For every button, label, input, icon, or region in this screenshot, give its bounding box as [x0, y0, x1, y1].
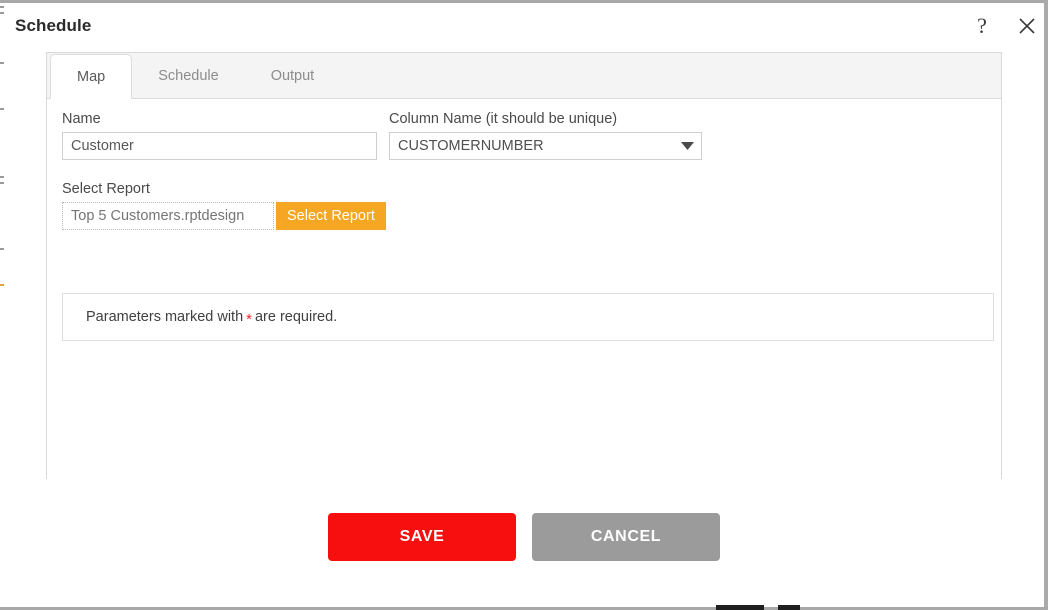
window-top-edge — [0, 0, 1048, 3]
dialog-header: Schedule ? — [4, 3, 1044, 51]
help-icon[interactable]: ? — [966, 10, 998, 42]
cancel-button[interactable]: CANCEL — [532, 513, 720, 561]
tab-output-label: Output — [270, 68, 315, 84]
tab-panel: Map Schedule Output Name Column Name (it… — [46, 52, 1002, 479]
bottom-cutoff-artifact-1 — [716, 605, 764, 610]
tab-output[interactable]: Output — [245, 54, 341, 98]
schedule-dialog: Schedule ? Map Schedule Output Name Cust… — [4, 3, 1044, 595]
select-report-input[interactable] — [62, 202, 274, 230]
required-asterisk-icon: * — [246, 310, 252, 328]
parameters-required-notice: Parameters marked with * are required. — [62, 293, 994, 341]
column-name-select[interactable]: CUSTOMERNUMBER — [389, 132, 702, 160]
save-button[interactable]: SAVE — [328, 513, 516, 561]
name-field-label: Name — [62, 111, 101, 127]
tab-schedule-label: Schedule — [158, 68, 219, 84]
window-right-edge — [1044, 0, 1048, 610]
close-button[interactable] — [1011, 10, 1043, 42]
close-x-icon — [1019, 18, 1035, 34]
column-name-select-value: CUSTOMERNUMBER — [398, 138, 544, 154]
select-report-button-label: Select Report — [287, 208, 375, 224]
select-report-field-label: Select Report — [62, 181, 150, 197]
window-left-rail — [0, 0, 4, 610]
question-mark-icon: ? — [977, 13, 987, 38]
cancel-button-label: CANCEL — [590, 528, 662, 545]
footer-actions: SAVE CANCEL — [4, 513, 1044, 561]
tab-map-label: Map — [77, 68, 106, 85]
tab-content-map: Name Column Name (it should be unique) C… — [47, 99, 1001, 479]
tab-schedule[interactable]: Schedule — [132, 54, 244, 98]
column-name-field-label: Column Name (it should be unique) — [389, 111, 618, 127]
tab-map[interactable]: Map — [50, 54, 133, 99]
tab-strip: Map Schedule Output — [47, 53, 1001, 99]
select-report-button[interactable]: Select Report — [276, 202, 386, 230]
params-notice-suffix: are required. — [254, 309, 338, 325]
name-input[interactable] — [62, 132, 377, 160]
bottom-cutoff-artifact-2 — [778, 605, 800, 610]
save-button-label: SAVE — [399, 528, 445, 545]
params-notice-prefix: Parameters marked with — [86, 309, 244, 325]
chevron-down-icon — [673, 142, 701, 150]
page-title: Schedule — [15, 16, 92, 35]
